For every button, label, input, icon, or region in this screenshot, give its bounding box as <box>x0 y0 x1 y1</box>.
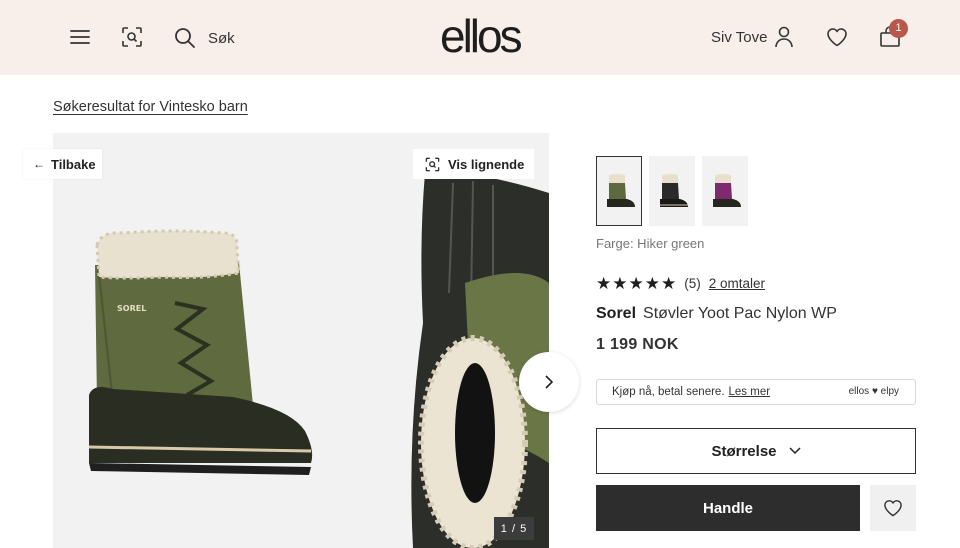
size-select-button[interactable]: Størrelse <box>596 428 916 474</box>
show-similar-label: Vis lignende <box>448 156 525 172</box>
size-select-label: Størrelse <box>711 442 777 460</box>
pay-later-text: Kjøp nå, betal senere. <box>612 386 725 398</box>
boot-thumbnail-black <box>660 174 688 207</box>
selected-color-label: Farge: Hiker green <box>596 236 705 251</box>
image-counter: 1 / 5 <box>494 517 534 540</box>
rating-stars: ★ ★ ★ ★ ★ <box>596 275 676 292</box>
star-icon: ★ <box>644 274 660 293</box>
user-name[interactable]: Siv Tove <box>711 29 767 46</box>
search-label: Søk <box>208 29 235 47</box>
account-icon[interactable] <box>771 24 797 50</box>
visual-search-icon[interactable] <box>119 24 145 50</box>
breadcrumb-search-results[interactable]: Søkeresultat for Vintesko barn <box>53 99 248 115</box>
arrow-left-icon: ← <box>33 157 45 171</box>
product-price: 1 199 NOK <box>596 336 679 353</box>
add-to-wishlist-button[interactable] <box>870 485 916 531</box>
elpy-logo: ellos ♥ elpy <box>848 386 899 397</box>
star-icon: ★ <box>628 274 644 293</box>
svg-text:SOREL: SOREL <box>117 304 146 313</box>
heart-icon[interactable] <box>824 24 850 50</box>
star-icon: ★ <box>596 274 612 293</box>
next-image-button[interactable] <box>519 352 579 412</box>
product-image-gallery[interactable]: SOREL <box>53 133 549 548</box>
color-swatch-hiker-green[interactable] <box>596 156 642 226</box>
site-header: Søk ellos Siv Tove 1 <box>0 0 960 75</box>
search-icon <box>175 28 195 48</box>
color-swatch-black[interactable] <box>649 156 695 226</box>
ellos-logo[interactable]: ellos <box>440 8 523 64</box>
menu-icon[interactable] <box>67 24 93 50</box>
product-name: Støvler Yoot Pac Nylon WP <box>643 305 837 322</box>
star-icon: ★ <box>612 274 628 293</box>
search-field[interactable]: Søk <box>174 24 235 52</box>
product-title: Sorel Støvler Yoot Pac Nylon WP <box>596 305 837 323</box>
chevron-right-icon <box>545 375 554 389</box>
back-label: Tilbake <box>51 156 96 172</box>
chevron-down-icon <box>788 447 801 455</box>
visual-search-icon <box>425 157 440 171</box>
back-button[interactable]: ← Tilbake <box>23 149 102 179</box>
pay-later-banner: Kjøp nå, betal senere. Les mer ellos ♥ e… <box>596 379 916 405</box>
star-icon: ★ <box>661 274 677 293</box>
product-image-boot-side: SOREL <box>88 172 549 548</box>
heart-icon <box>884 500 902 517</box>
color-swatch-purple[interactable] <box>702 156 748 226</box>
cart-count-badge: 1 <box>889 19 908 38</box>
product-brand[interactable]: Sorel <box>596 305 636 322</box>
show-similar-button[interactable]: Vis lignende <box>413 149 534 179</box>
product-rating: ★ ★ ★ ★ ★ (5) 2 omtaler <box>596 275 765 292</box>
buy-button[interactable]: Handle <box>596 485 860 531</box>
rating-count: (5) <box>684 276 701 291</box>
reviews-link[interactable]: 2 omtaler <box>709 276 765 291</box>
pay-later-learn-more-link[interactable]: Les mer <box>729 386 771 398</box>
boot-thumbnail-purple <box>713 174 741 207</box>
boot-thumbnail-green <box>607 174 635 207</box>
